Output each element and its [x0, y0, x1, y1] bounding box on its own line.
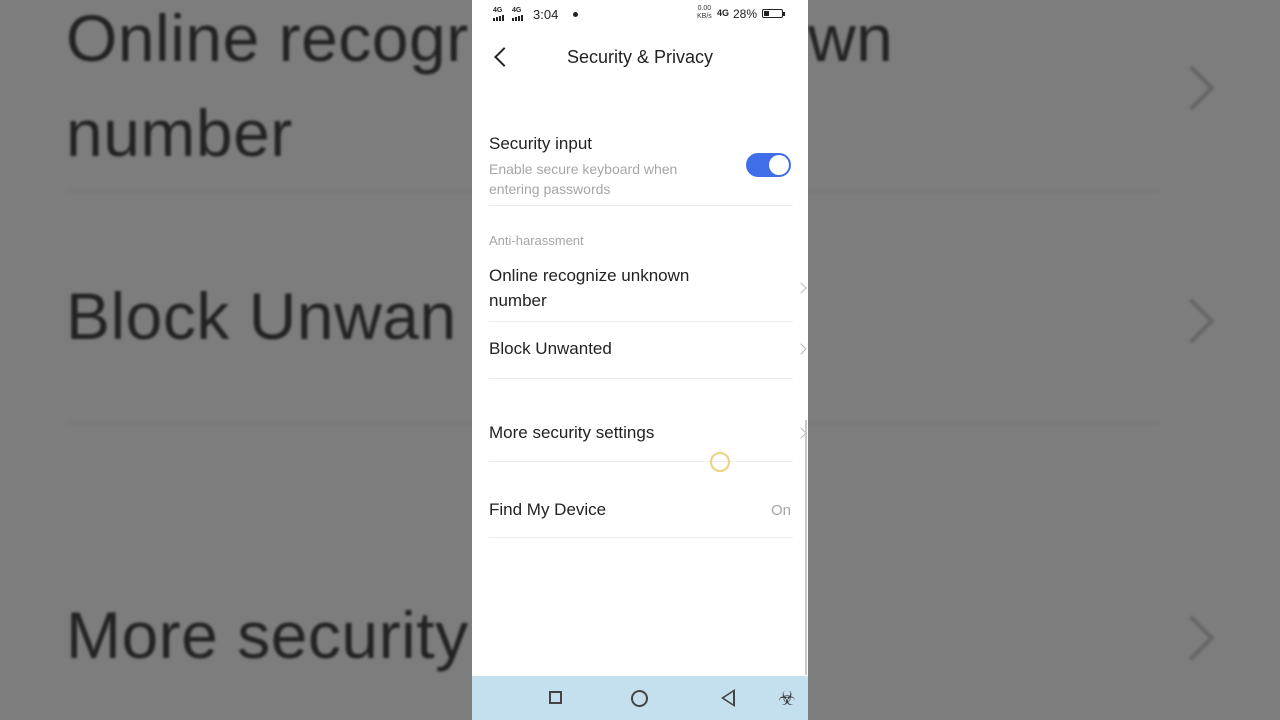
battery-percent: 28% [733, 7, 758, 21]
security-input-toggle[interactable] [746, 153, 791, 177]
find-my-device-row[interactable]: Find My Device [489, 497, 791, 522]
battery-icon [762, 9, 785, 18]
touch-indicator [710, 452, 730, 472]
divider [489, 321, 793, 322]
find-my-device-value: On [770, 502, 791, 519]
signal-bars-icon [512, 15, 523, 21]
status-bar: 4G 4G 3:04 0.00 KB/s 4G 28% [472, 0, 808, 30]
status-time: 3:04 [533, 7, 559, 22]
phone-screen: 4G 4G 3:04 0.00 KB/s 4G 28% Security & Pr… [472, 0, 808, 720]
navigation-bar: ☣ [472, 676, 808, 720]
divider [489, 461, 793, 462]
online-recognize-title: Online recognize unknown number [489, 266, 690, 310]
accessibility-icon[interactable]: ☣ [778, 686, 796, 711]
divider [489, 537, 793, 538]
bg-text-more: More security [66, 598, 469, 672]
bg-chevron-icon [1169, 65, 1215, 111]
page-title: Security & Privacy [566, 47, 714, 67]
chevron-right-icon [795, 282, 807, 294]
signal-label-1: 4G [493, 7, 503, 14]
divider [489, 378, 793, 379]
network-type: 4G [717, 8, 730, 18]
speed-unit: KB/s [697, 13, 712, 20]
home-icon[interactable] [631, 690, 648, 707]
online-recognize-row[interactable]: Online recognize unknown number [489, 263, 748, 313]
more-security-title: More security settings [489, 423, 655, 442]
nav-back-icon[interactable] [721, 689, 735, 707]
chevron-right-icon [795, 343, 807, 355]
speed-value: 0.00 [697, 5, 712, 12]
find-my-device-title: Find My Device [489, 500, 607, 519]
notification-dot-icon [573, 12, 578, 17]
more-security-row[interactable]: More security settings [489, 420, 791, 445]
bg-text-block: Block Unwan [66, 279, 457, 353]
bg-chevron-icon [1169, 615, 1215, 661]
bg-text-online-right: wn [808, 1, 894, 75]
block-unwanted-row[interactable]: Block Unwanted [489, 336, 791, 361]
security-input-title: Security input [489, 134, 592, 153]
bg-text-number: number [66, 96, 293, 170]
battery-fill [764, 11, 769, 16]
toggle-knob [769, 155, 789, 175]
signal-label-2: 4G [512, 7, 522, 14]
recent-apps-icon[interactable] [549, 691, 562, 704]
block-unwanted-title: Block Unwanted [489, 339, 612, 358]
divider [489, 205, 793, 206]
scrollbar[interactable] [805, 420, 807, 675]
bg-text-online: Online recogr [66, 1, 469, 75]
signal-bars-icon [493, 15, 504, 21]
bg-chevron-icon [1169, 298, 1215, 344]
title-bar: Security & Privacy [472, 34, 808, 80]
security-input-subtitle: Enable secure keyboard when entering pas… [489, 161, 678, 197]
section-label-anti-harassment: Anti-harassment [489, 233, 584, 248]
network-speed: 0.00 KB/s [697, 5, 712, 21]
